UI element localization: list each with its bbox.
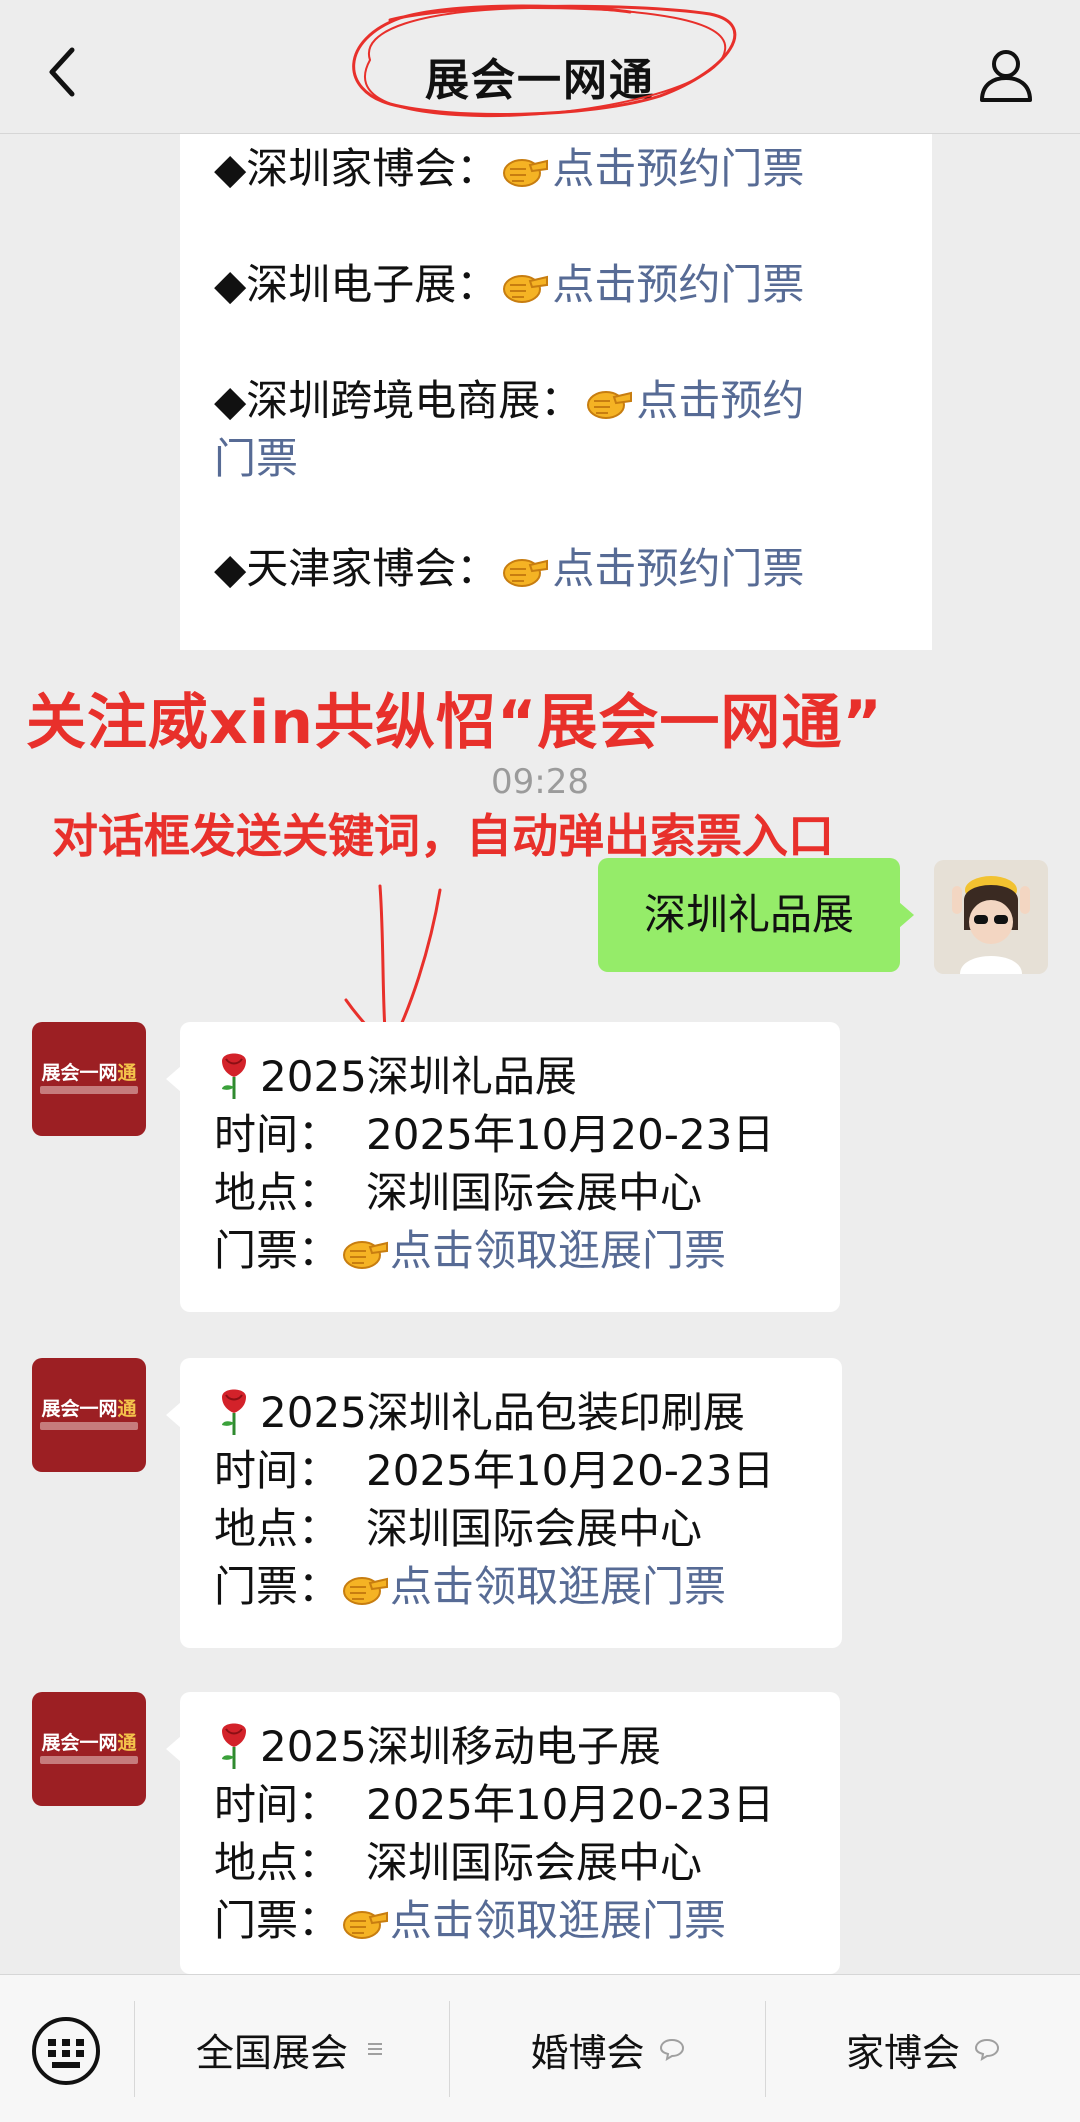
avatar-brand-text: 展会一网通 <box>41 1732 137 1754</box>
place-row: 地点： 深圳国际会展中心 <box>214 1500 842 1558</box>
official-account-avatar[interactable]: 展会一网通 <box>32 1692 146 1806</box>
promo-subline: 对话框发送关键词，自动弹出索票入口 <box>52 809 834 863</box>
pointing-hand-icon <box>503 275 549 303</box>
list-item: ◆深圳电子展： 点击预约门票 <box>214 256 872 314</box>
bottom-menu-bar: 全国展会 婚博会 家博会 <box>0 1974 1080 2122</box>
time-value: 2025年10月20-23日 <box>366 1446 775 1495</box>
reply-message-bubble: 2025深圳礼品包装印刷展 时间： 2025年10月20-23日 地点： 深圳国际会… <box>166 1358 842 1648</box>
reply-message-bubble: 2025深圳礼品展 时间： 2025年10月20-23日 地点： 深圳国际会展中心 … <box>166 1022 840 1312</box>
navigation-bar: 展会一网通 <box>0 0 1080 134</box>
reserve-ticket-link[interactable]: 点击预约门票 <box>552 544 804 593</box>
pointing-hand-icon <box>343 1241 389 1269</box>
menu-wedding-expo[interactable]: 婚博会 <box>450 1975 765 2122</box>
menu-label: 家博会 <box>845 2030 960 2075</box>
time-row: 时间： 2025年10月20-23日 <box>214 1776 840 1834</box>
menu-label: 婚博会 <box>530 2030 645 2075</box>
avatar-subline <box>40 1086 138 1094</box>
exhibition-title-row: 2025深圳移动电子展 <box>214 1718 840 1776</box>
place-label: 地点： <box>214 1838 341 1887</box>
place-label: 地点： <box>214 1504 341 1553</box>
avatar-subline <box>40 1756 138 1764</box>
reserve-ticket-link[interactable]: 点击预约门票 <box>552 144 804 193</box>
place-row: 地点： 深圳国际会展中心 <box>214 1164 840 1222</box>
avatar-illustration <box>934 860 1048 974</box>
message-bubble-icon <box>659 2038 684 2062</box>
time-row: 时间： 2025年10月20-23日 <box>214 1442 842 1500</box>
pointing-hand-icon <box>343 1911 389 1939</box>
reserve-ticket-link-continued[interactable]: 门票 <box>214 434 298 483</box>
reply-message-bubble: 2025深圳移动电子展 时间： 2025年10月20-23日 地点： 深圳国际会展中… <box>166 1692 840 1974</box>
avatar-brand-text: 展会一网通 <box>41 1062 137 1084</box>
exhibition-title: 2025深圳礼品展 <box>260 1052 577 1101</box>
keyboard-icon[interactable] <box>30 2015 102 2087</box>
submenu-list-icon <box>368 2043 382 2055</box>
profile-icon[interactable] <box>976 44 1036 104</box>
message-bubble-icon <box>974 2038 1000 2062</box>
time-value: 2025年10月20-23日 <box>366 1110 775 1159</box>
menu-national-exhibitions[interactable]: 全国展会 <box>135 1975 449 2122</box>
menu-home-expo[interactable]: 家博会 <box>766 1975 1080 2122</box>
article-card: ◆深圳家博会： 点击预约门票 ◆深圳电子展： 点击预约门票 ◆深圳跨境电商展： 点击预… <box>180 134 932 650</box>
time-label: 时间： <box>214 1110 341 1159</box>
ticket-row: 门票： 点击领取逛展门票 <box>214 1558 842 1616</box>
list-item: ◆深圳家博会： 点击预约门票 <box>214 140 872 198</box>
reserve-ticket-link[interactable]: 点击预约门票 <box>552 260 804 309</box>
pointing-hand-icon <box>503 559 549 587</box>
official-account-avatar[interactable]: 展会一网通 <box>32 1022 146 1136</box>
avatar-brand-text: 展会一网通 <box>41 1398 137 1420</box>
message-timestamp: 09:28 <box>491 762 589 802</box>
time-label: 时间： <box>214 1446 341 1495</box>
ticket-row: 门票： 点击领取逛展门票 <box>214 1222 840 1280</box>
time-row: 时间： 2025年10月20-23日 <box>214 1106 840 1164</box>
place-value: 深圳国际会展中心 <box>366 1168 703 1217</box>
official-account-avatar[interactable]: 展会一网通 <box>32 1358 146 1472</box>
exhibition-title-row: 2025深圳礼品展 <box>214 1048 840 1106</box>
place-value: 深圳国际会展中心 <box>366 1504 703 1553</box>
place-row: 地点： 深圳国际会展中心 <box>214 1834 840 1892</box>
item-label: ◆深圳跨境电商展： <box>214 376 583 425</box>
promo-headline: 关注威xin共纵怊“展会一网通” <box>26 688 883 758</box>
pointing-hand-icon <box>343 1577 389 1605</box>
exhibition-title-row: 2025深圳礼品包装印刷展 <box>214 1384 842 1442</box>
exhibition-title: 2025深圳移动电子展 <box>260 1722 661 1771</box>
list-item: ◆天津家博会： 点击预约门票 <box>214 540 872 598</box>
ticket-label: 门票： <box>214 1226 341 1275</box>
place-value: 深圳国际会展中心 <box>366 1838 703 1887</box>
time-value: 2025年10月20-23日 <box>366 1780 775 1829</box>
menu-label: 全国展会 <box>195 2030 348 2075</box>
chat-title: 展会一网通 <box>425 55 655 106</box>
get-ticket-link[interactable]: 点击领取逛展门票 <box>390 1896 726 1945</box>
get-ticket-link[interactable]: 点击领取逛展门票 <box>390 1562 726 1611</box>
rose-icon <box>222 1389 246 1435</box>
rose-icon <box>222 1723 246 1769</box>
list-item: ◆深圳跨境电商展： 点击预约门票 <box>214 372 872 488</box>
ticket-label: 门票： <box>214 1562 341 1611</box>
avatar-subline <box>40 1422 138 1430</box>
user-avatar[interactable] <box>934 860 1048 974</box>
reserve-ticket-link[interactable]: 点击预约 <box>636 376 804 425</box>
get-ticket-link[interactable]: 点击领取逛展门票 <box>390 1226 726 1275</box>
ticket-row: 门票： 点击领取逛展门票 <box>214 1892 840 1950</box>
pointing-hand-icon <box>503 159 549 187</box>
item-label: ◆天津家博会： <box>214 544 499 593</box>
sent-message-bubble[interactable]: 深圳礼品展 <box>598 858 914 972</box>
time-label: 时间： <box>214 1780 341 1829</box>
item-label: ◆深圳家博会： <box>214 144 499 193</box>
place-label: 地点： <box>214 1168 341 1217</box>
exhibition-title: 2025深圳礼品包装印刷展 <box>260 1388 745 1437</box>
rose-icon <box>222 1053 246 1099</box>
pointing-hand-icon <box>587 391 633 419</box>
item-label: ◆深圳电子展： <box>214 260 499 309</box>
ticket-label: 门票： <box>214 1896 341 1945</box>
